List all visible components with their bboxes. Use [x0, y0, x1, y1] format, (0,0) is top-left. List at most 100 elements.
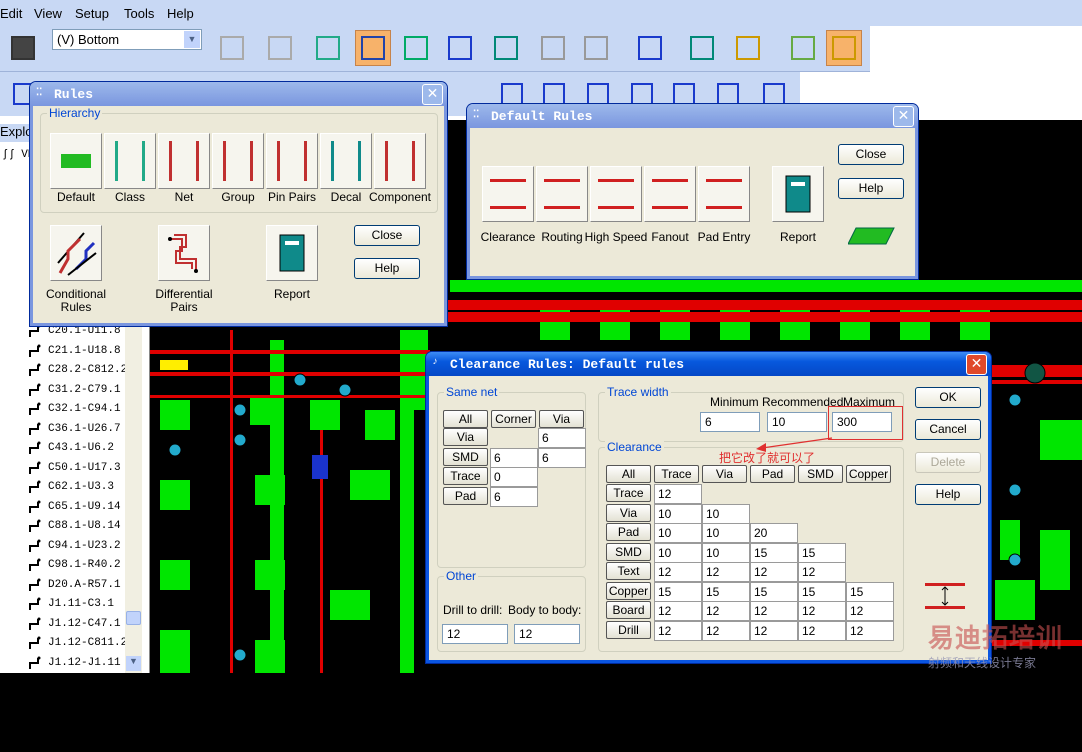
clearance-cell[interactable]: 12: [846, 620, 894, 641]
same-net-cell[interactable]: 6: [538, 428, 586, 448]
help-button[interactable]: Help: [915, 484, 981, 505]
clearance-row-text[interactable]: Text: [606, 562, 651, 580]
same-net-header-via[interactable]: Via: [539, 410, 584, 428]
menu-tools[interactable]: Tools: [124, 6, 154, 21]
drill-to-drill-input[interactable]: 12: [442, 624, 508, 644]
clearance-row-pad[interactable]: Pad: [606, 523, 651, 541]
design-button[interactable]: [398, 30, 434, 66]
clearance-row-via[interactable]: Via: [606, 503, 651, 522]
clearance-cell[interactable]: 10: [654, 542, 702, 563]
close-icon[interactable]: ✕: [966, 354, 987, 375]
list-item[interactable]: J1.12-C811.2: [28, 634, 127, 652]
ok-button[interactable]: OK: [915, 387, 981, 408]
clearance-row-copper[interactable]: Copper: [606, 581, 651, 600]
rules-titlebar[interactable]: ⁚⁚ Rules ✕: [30, 82, 447, 106]
clearance-cell[interactable]: 10: [654, 503, 702, 524]
report-button[interactable]: [772, 166, 824, 222]
clearance-cell[interactable]: 12: [798, 620, 846, 641]
clearance-row-drill[interactable]: Drill: [606, 620, 651, 639]
same-net-cell[interactable]: 6: [490, 486, 538, 507]
list-item[interactable]: C98.1-R40.2: [28, 556, 121, 574]
clearance-cell[interactable]: 12: [702, 601, 750, 621]
clearance-cell[interactable]: 10: [702, 542, 750, 563]
close-button[interactable]: Close: [354, 225, 420, 246]
routing-mode-button[interactable]: [355, 30, 391, 66]
default-button[interactable]: [50, 133, 102, 189]
list-item[interactable]: C28.2-C812.2: [28, 361, 127, 379]
menu-help[interactable]: Help: [167, 6, 194, 21]
decal-button[interactable]: [320, 133, 372, 189]
same-net-cell[interactable]: 6: [538, 447, 586, 468]
menu-view[interactable]: View: [34, 6, 62, 21]
clearance-cell[interactable]: 12: [750, 601, 798, 621]
clearance-cell[interactable]: 12: [654, 601, 702, 621]
same-net-row-smd[interactable]: SMD: [443, 447, 488, 466]
clearance-cell[interactable]: 15: [702, 581, 750, 602]
save-button[interactable]: [5, 30, 41, 66]
net-button[interactable]: [158, 133, 210, 189]
list-item[interactable]: J2.7-C11.1: [28, 693, 114, 711]
clearance-header-smd[interactable]: SMD: [798, 465, 843, 483]
clearance-cell[interactable]: 12: [846, 601, 894, 621]
cancel-button[interactable]: Cancel: [915, 419, 981, 440]
list-item[interactable]: C36.1-U26.7: [28, 420, 121, 438]
list-item[interactable]: C21.1-U18.8: [28, 342, 121, 360]
same-net-row-via[interactable]: Via: [443, 428, 488, 446]
shapes-button[interactable]: [310, 30, 346, 66]
clearance-cell[interactable]: 12: [750, 620, 798, 641]
list-item[interactable]: J2.7-U2.16: [28, 712, 114, 730]
default-rules-titlebar[interactable]: ⁚⁚ Default Rules ✕: [467, 104, 918, 128]
clearance-cell[interactable]: 12: [654, 620, 702, 641]
redo-button[interactable]: [578, 30, 614, 66]
refresh-button[interactable]: [262, 30, 298, 66]
list-item[interactable]: J1.12-C47.1: [28, 615, 121, 633]
trace-button[interactable]: [442, 30, 478, 66]
same-net-cell[interactable]: 0: [490, 467, 538, 487]
differential-pairs-button[interactable]: [158, 225, 210, 281]
clearance-cell[interactable]: 12: [798, 562, 846, 582]
clearance-titlebar[interactable]: ♪ Clearance Rules: Default rules ✕: [426, 352, 991, 376]
list-item[interactable]: C32.1-C94.1: [28, 400, 121, 418]
list-item[interactable]: C88.1-U8.14: [28, 517, 121, 535]
clearance-cell[interactable]: 15: [798, 542, 846, 563]
same-net-cell[interactable]: 6: [490, 447, 538, 468]
clearance-cell[interactable]: 12: [798, 601, 846, 621]
clearance-cell[interactable]: 10: [702, 503, 750, 524]
list-item[interactable]: C31.2-C79.1: [28, 381, 121, 399]
zoom-button[interactable]: [632, 30, 668, 66]
high-speed-button[interactable]: [590, 166, 642, 222]
delete-button[interactable]: Delete: [915, 452, 981, 473]
list-item[interactable]: C62.1-U3.3: [28, 478, 114, 496]
same-net-row-trace[interactable]: Trace: [443, 467, 488, 485]
clearance-row-board[interactable]: Board: [606, 601, 651, 619]
list-item[interactable]: C65.1-U9.14: [28, 498, 121, 516]
help-button[interactable]: Help: [354, 258, 420, 279]
list-item[interactable]: J1.11-C3.1: [28, 595, 114, 613]
routing-button[interactable]: [536, 166, 588, 222]
clearance-cell[interactable]: 12: [702, 562, 750, 582]
close-button[interactable]: Close: [838, 144, 904, 165]
clearance-header-all[interactable]: All: [606, 465, 651, 483]
help-button[interactable]: Help: [838, 178, 904, 199]
clearance-row-trace[interactable]: Trace: [606, 484, 651, 502]
group-button[interactable]: [212, 133, 264, 189]
tool-button[interactable]: [785, 30, 821, 66]
clearance-button[interactable]: [482, 166, 534, 222]
view-button[interactable]: [684, 30, 720, 66]
clearance-cell[interactable]: 15: [750, 542, 798, 563]
chevron-down-icon[interactable]: ▼: [184, 31, 200, 48]
clearance-cell[interactable]: 20: [750, 523, 798, 543]
properties-button[interactable]: [214, 30, 250, 66]
clearance-cell[interactable]: 15: [798, 581, 846, 602]
clearance-header-trace[interactable]: Trace: [654, 465, 699, 483]
clearance-cell[interactable]: 12: [654, 562, 702, 582]
clearance-cell[interactable]: 10: [654, 523, 702, 543]
paint-button[interactable]: [730, 30, 766, 66]
layer-select[interactable]: (V) Bottom ▼: [52, 29, 202, 50]
list-item[interactable]: C50.1-U17.3: [28, 459, 121, 477]
same-net-header-all[interactable]: All: [443, 410, 488, 428]
report-button[interactable]: [266, 225, 318, 281]
undo-button[interactable]: [535, 30, 571, 66]
close-icon[interactable]: ✕: [422, 84, 443, 105]
menu-edit[interactable]: Edit: [0, 6, 22, 21]
